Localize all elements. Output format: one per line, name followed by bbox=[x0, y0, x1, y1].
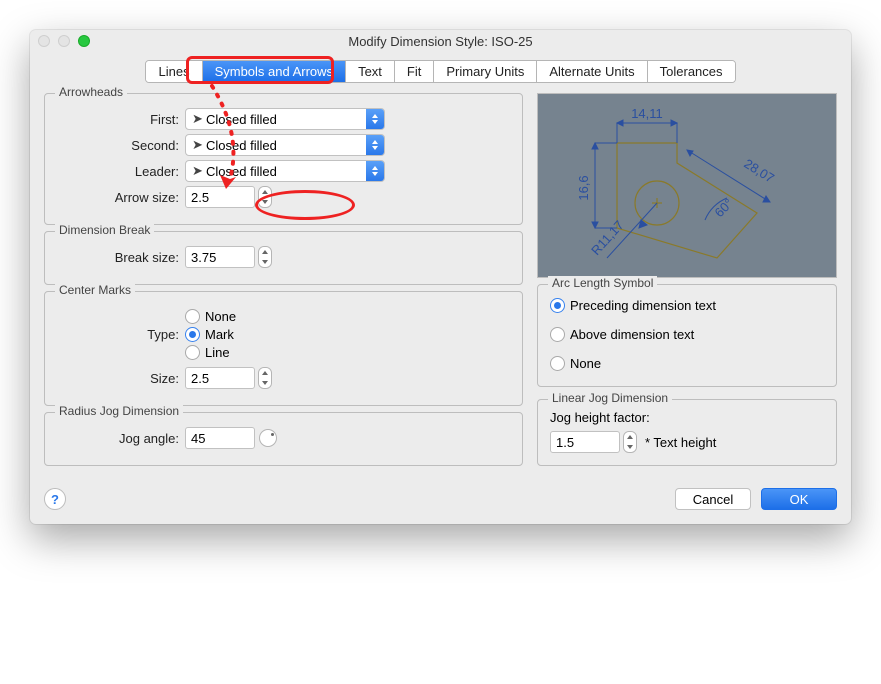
arc-length-legend: Arc Length Symbol bbox=[548, 276, 657, 290]
tab-lines[interactable]: Lines bbox=[146, 61, 202, 82]
arc-preceding-label: Preceding dimension text bbox=[570, 298, 716, 313]
center-type-mark-radio[interactable]: Mark bbox=[185, 327, 236, 342]
arc-none-label: None bbox=[570, 356, 601, 371]
help-button[interactable]: ? bbox=[44, 488, 66, 510]
preview-dim-top: 14,11 bbox=[631, 106, 663, 121]
break-size-stepper[interactable] bbox=[258, 246, 272, 268]
center-size-input[interactable] bbox=[185, 367, 255, 389]
dialog-window: Modify Dimension Style: ISO-25 LinesSymb… bbox=[30, 30, 851, 524]
window-title: Modify Dimension Style: ISO-25 bbox=[30, 34, 851, 49]
tab-symbols-and-arrows[interactable]: Symbols and Arrows bbox=[203, 61, 347, 82]
leader-arrowhead-select[interactable]: ➤ Closed filled bbox=[185, 160, 385, 182]
jog-angle-input[interactable] bbox=[185, 427, 255, 449]
dimension-break-group: Dimension Break Break size: bbox=[44, 231, 523, 285]
chevron-updown-icon bbox=[366, 135, 384, 155]
center-size-stepper[interactable] bbox=[258, 367, 272, 389]
arc-none-radio[interactable]: None bbox=[550, 356, 824, 371]
jog-angle-dial[interactable] bbox=[259, 429, 277, 447]
arrowheads-group: Arrowheads First: ➤ Closed filled Second… bbox=[44, 93, 523, 225]
closed-filled-icon: ➤ bbox=[192, 111, 206, 127]
arc-above-label: Above dimension text bbox=[570, 327, 694, 342]
break-size-label: Break size: bbox=[57, 250, 185, 265]
tab-alternate-units[interactable]: Alternate Units bbox=[537, 61, 647, 82]
chevron-updown-icon bbox=[366, 109, 384, 129]
leader-arrowhead-value: Closed filled bbox=[206, 164, 277, 179]
jog-angle-label: Jog angle: bbox=[57, 431, 185, 446]
center-type-none-radio[interactable]: None bbox=[185, 309, 236, 324]
jog-height-suffix: * Text height bbox=[645, 435, 716, 450]
second-label: Second: bbox=[57, 138, 185, 153]
tab-text[interactable]: Text bbox=[346, 61, 395, 82]
first-label: First: bbox=[57, 112, 185, 127]
linear-jog-group: Linear Jog Dimension Jog height factor: … bbox=[537, 399, 837, 466]
arrow-size-input[interactable] bbox=[185, 186, 255, 208]
arc-preceding-radio[interactable]: Preceding dimension text bbox=[550, 298, 824, 313]
tab-tolerances[interactable]: Tolerances bbox=[648, 61, 735, 82]
arc-length-group: Arc Length Symbol Preceding dimension te… bbox=[537, 284, 837, 387]
tab-primary-units[interactable]: Primary Units bbox=[434, 61, 537, 82]
preview-dim-right: 28,07 bbox=[741, 156, 777, 186]
jog-height-factor-input[interactable] bbox=[550, 431, 620, 453]
radius-jog-legend: Radius Jog Dimension bbox=[55, 404, 183, 418]
titlebar: Modify Dimension Style: ISO-25 bbox=[30, 30, 851, 52]
first-arrowhead-value: Closed filled bbox=[206, 112, 277, 127]
center-marks-legend: Center Marks bbox=[55, 283, 135, 297]
first-arrowhead-select[interactable]: ➤ Closed filled bbox=[185, 108, 385, 130]
tab-bar: LinesSymbols and ArrowsTextFitPrimary Un… bbox=[30, 52, 851, 87]
center-type-none-label: None bbox=[205, 309, 236, 324]
center-marks-group: Center Marks Type: None Mark Line Size: bbox=[44, 291, 523, 406]
arrow-size-stepper[interactable] bbox=[258, 186, 272, 208]
type-label: Type: bbox=[57, 327, 185, 342]
tab-fit[interactable]: Fit bbox=[395, 61, 434, 82]
second-arrowhead-value: Closed filled bbox=[206, 138, 277, 153]
arrow-size-label: Arrow size: bbox=[57, 190, 185, 205]
center-type-line-radio[interactable]: Line bbox=[185, 345, 236, 360]
preview-dim-angle: 60° bbox=[712, 196, 737, 221]
closed-filled-icon: ➤ bbox=[192, 137, 206, 153]
center-type-line-label: Line bbox=[205, 345, 230, 360]
break-size-input[interactable] bbox=[185, 246, 255, 268]
second-arrowhead-select[interactable]: ➤ Closed filled bbox=[185, 134, 385, 156]
closed-filled-icon: ➤ bbox=[192, 163, 206, 179]
linear-jog-legend: Linear Jog Dimension bbox=[548, 391, 672, 405]
radius-jog-group: Radius Jog Dimension Jog angle: bbox=[44, 412, 523, 466]
jog-height-factor-stepper[interactable] bbox=[623, 431, 637, 453]
dimension-break-legend: Dimension Break bbox=[55, 223, 154, 237]
jog-height-factor-label: Jog height factor: bbox=[550, 410, 824, 425]
leader-label: Leader: bbox=[57, 164, 185, 179]
preview-dim-left: 16,6 bbox=[576, 175, 591, 200]
chevron-updown-icon bbox=[366, 161, 384, 181]
arrowheads-legend: Arrowheads bbox=[55, 85, 127, 99]
center-size-label: Size: bbox=[57, 371, 185, 386]
arc-above-radio[interactable]: Above dimension text bbox=[550, 327, 824, 342]
cancel-button[interactable]: Cancel bbox=[675, 488, 751, 510]
preview-pane: 14,11 16,6 28,07 60° R11,17 bbox=[537, 93, 837, 278]
ok-button[interactable]: OK bbox=[761, 488, 837, 510]
center-type-mark-label: Mark bbox=[205, 327, 234, 342]
